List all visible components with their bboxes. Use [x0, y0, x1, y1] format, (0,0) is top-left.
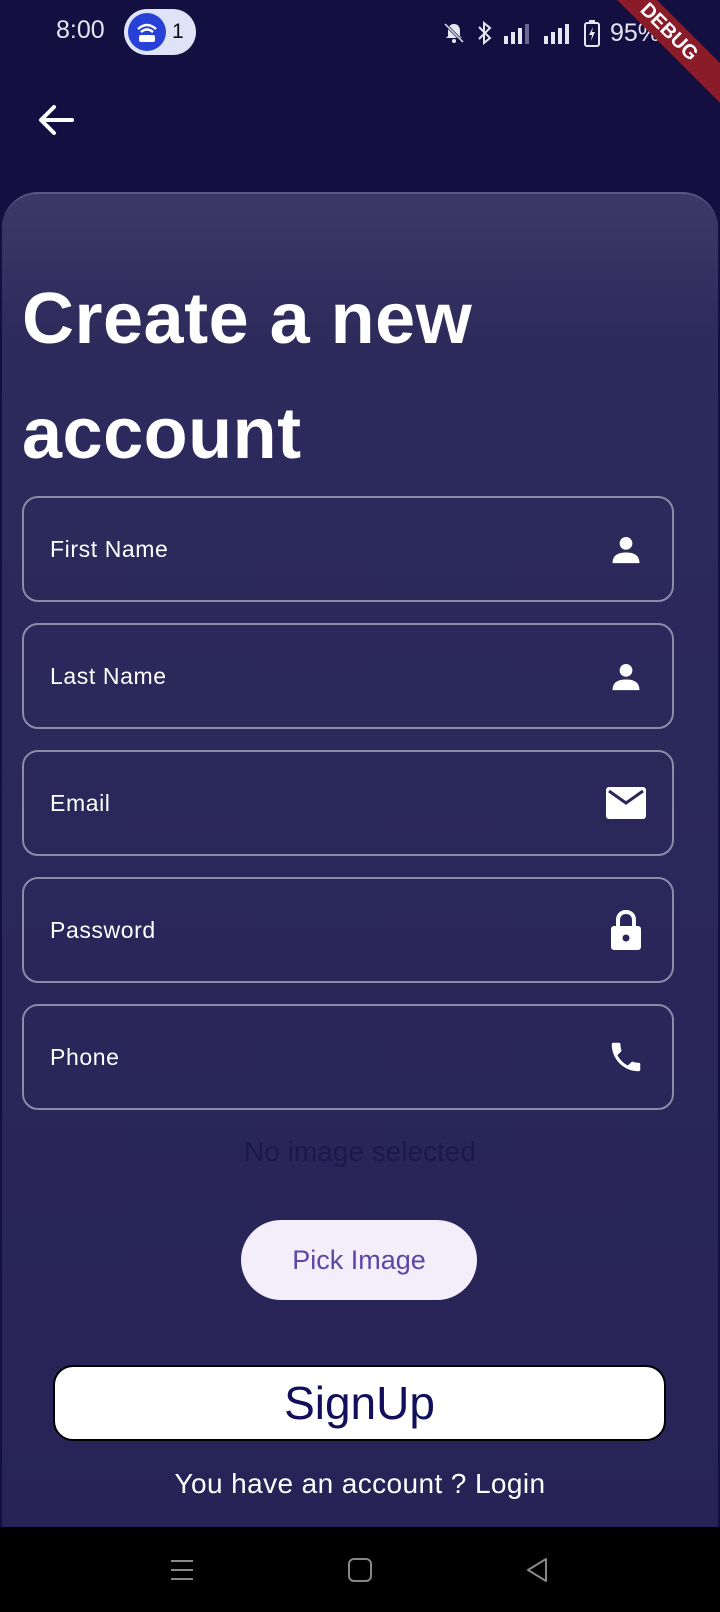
page-title: Create a new account [22, 279, 473, 474]
lock-icon [606, 909, 646, 950]
last-name-field[interactable] [22, 623, 674, 729]
first-name-input[interactable] [48, 534, 572, 564]
bluetooth-icon [478, 20, 492, 46]
status-bar: 8:00 1 95% DEBUG [0, 0, 720, 110]
battery-icon [583, 20, 600, 47]
home-icon[interactable] [345, 1555, 375, 1585]
notification-pill[interactable]: 1 [124, 9, 196, 55]
signal-icon [503, 24, 529, 44]
navigation-bar [0, 1527, 720, 1612]
back-button[interactable] [34, 98, 78, 142]
wifi-hotspot-icon [128, 13, 166, 51]
first-name-field[interactable] [22, 496, 674, 602]
phone-icon [606, 1037, 646, 1077]
status-icons: 95% [442, 16, 660, 50]
muted-bell-icon [443, 22, 465, 44]
back-nav-icon[interactable] [522, 1555, 552, 1585]
email-field[interactable] [22, 750, 674, 856]
person-icon [606, 529, 646, 569]
image-status-text: No image selected [244, 1136, 476, 1167]
signal-icon-2 [543, 24, 569, 44]
recent-apps-icon[interactable] [167, 1555, 197, 1585]
status-time: 8:00 [56, 16, 105, 44]
arrow-back-icon [39, 105, 74, 135]
phone-input[interactable] [48, 1042, 572, 1072]
notification-count: 1 [172, 20, 184, 43]
login-link[interactable]: You have an account ? Login [0, 1468, 720, 1500]
pick-image-button[interactable]: Pick Image [241, 1220, 477, 1300]
person-icon [606, 656, 646, 696]
signup-button[interactable]: SignUp [53, 1365, 666, 1441]
last-name-input[interactable] [48, 661, 572, 691]
password-input[interactable] [48, 915, 572, 945]
password-field[interactable] [22, 877, 674, 983]
email-input[interactable] [48, 788, 572, 818]
phone-field[interactable] [22, 1004, 674, 1110]
mail-icon [606, 783, 646, 823]
